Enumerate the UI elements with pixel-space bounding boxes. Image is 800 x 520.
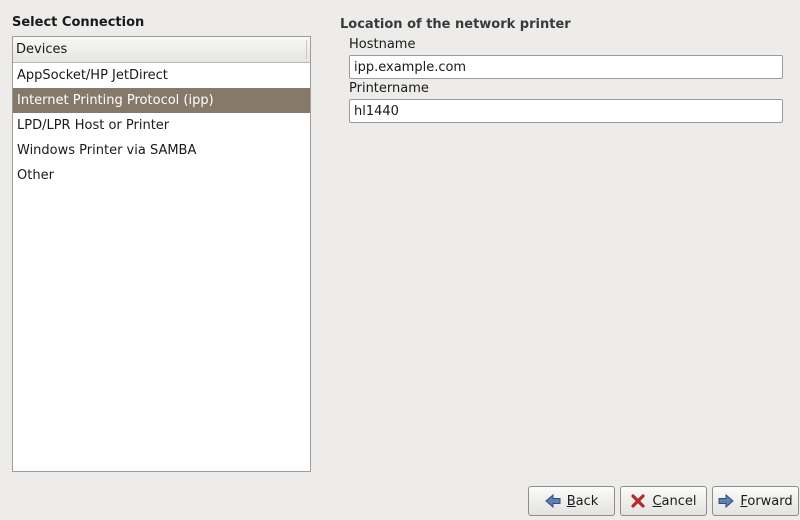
arrow-right-icon: [718, 493, 735, 509]
arrow-left-icon: [544, 493, 561, 509]
devices-list[interactable]: Devices AppSocket/HP JetDirect Internet …: [12, 36, 311, 472]
list-item-samba[interactable]: Windows Printer via SAMBA: [13, 138, 310, 163]
list-item-other[interactable]: Other: [13, 163, 310, 188]
hostname-label: Hostname: [349, 37, 416, 52]
cancel-button-label: Cancel: [652, 493, 697, 509]
forward-button-label: Forward: [740, 493, 793, 509]
printername-input[interactable]: [349, 99, 783, 123]
devices-column-header[interactable]: Devices: [13, 37, 310, 63]
forward-button[interactable]: Forward: [712, 486, 799, 516]
location-section-title: Location of the network printer: [340, 17, 571, 32]
hostname-input[interactable]: [349, 55, 783, 79]
back-button[interactable]: Back: [528, 486, 615, 516]
printername-label: Printername: [349, 81, 429, 96]
cancel-button[interactable]: Cancel: [620, 486, 707, 516]
list-item-appsocket[interactable]: AppSocket/HP JetDirect: [13, 63, 310, 88]
back-button-label: Back: [566, 493, 599, 509]
select-connection-title: Select Connection: [12, 15, 145, 30]
list-item-lpd-lpr[interactable]: LPD/LPR Host or Printer: [13, 113, 310, 138]
cancel-x-icon: [630, 493, 646, 509]
list-item-ipp[interactable]: Internet Printing Protocol (ipp): [13, 88, 310, 113]
